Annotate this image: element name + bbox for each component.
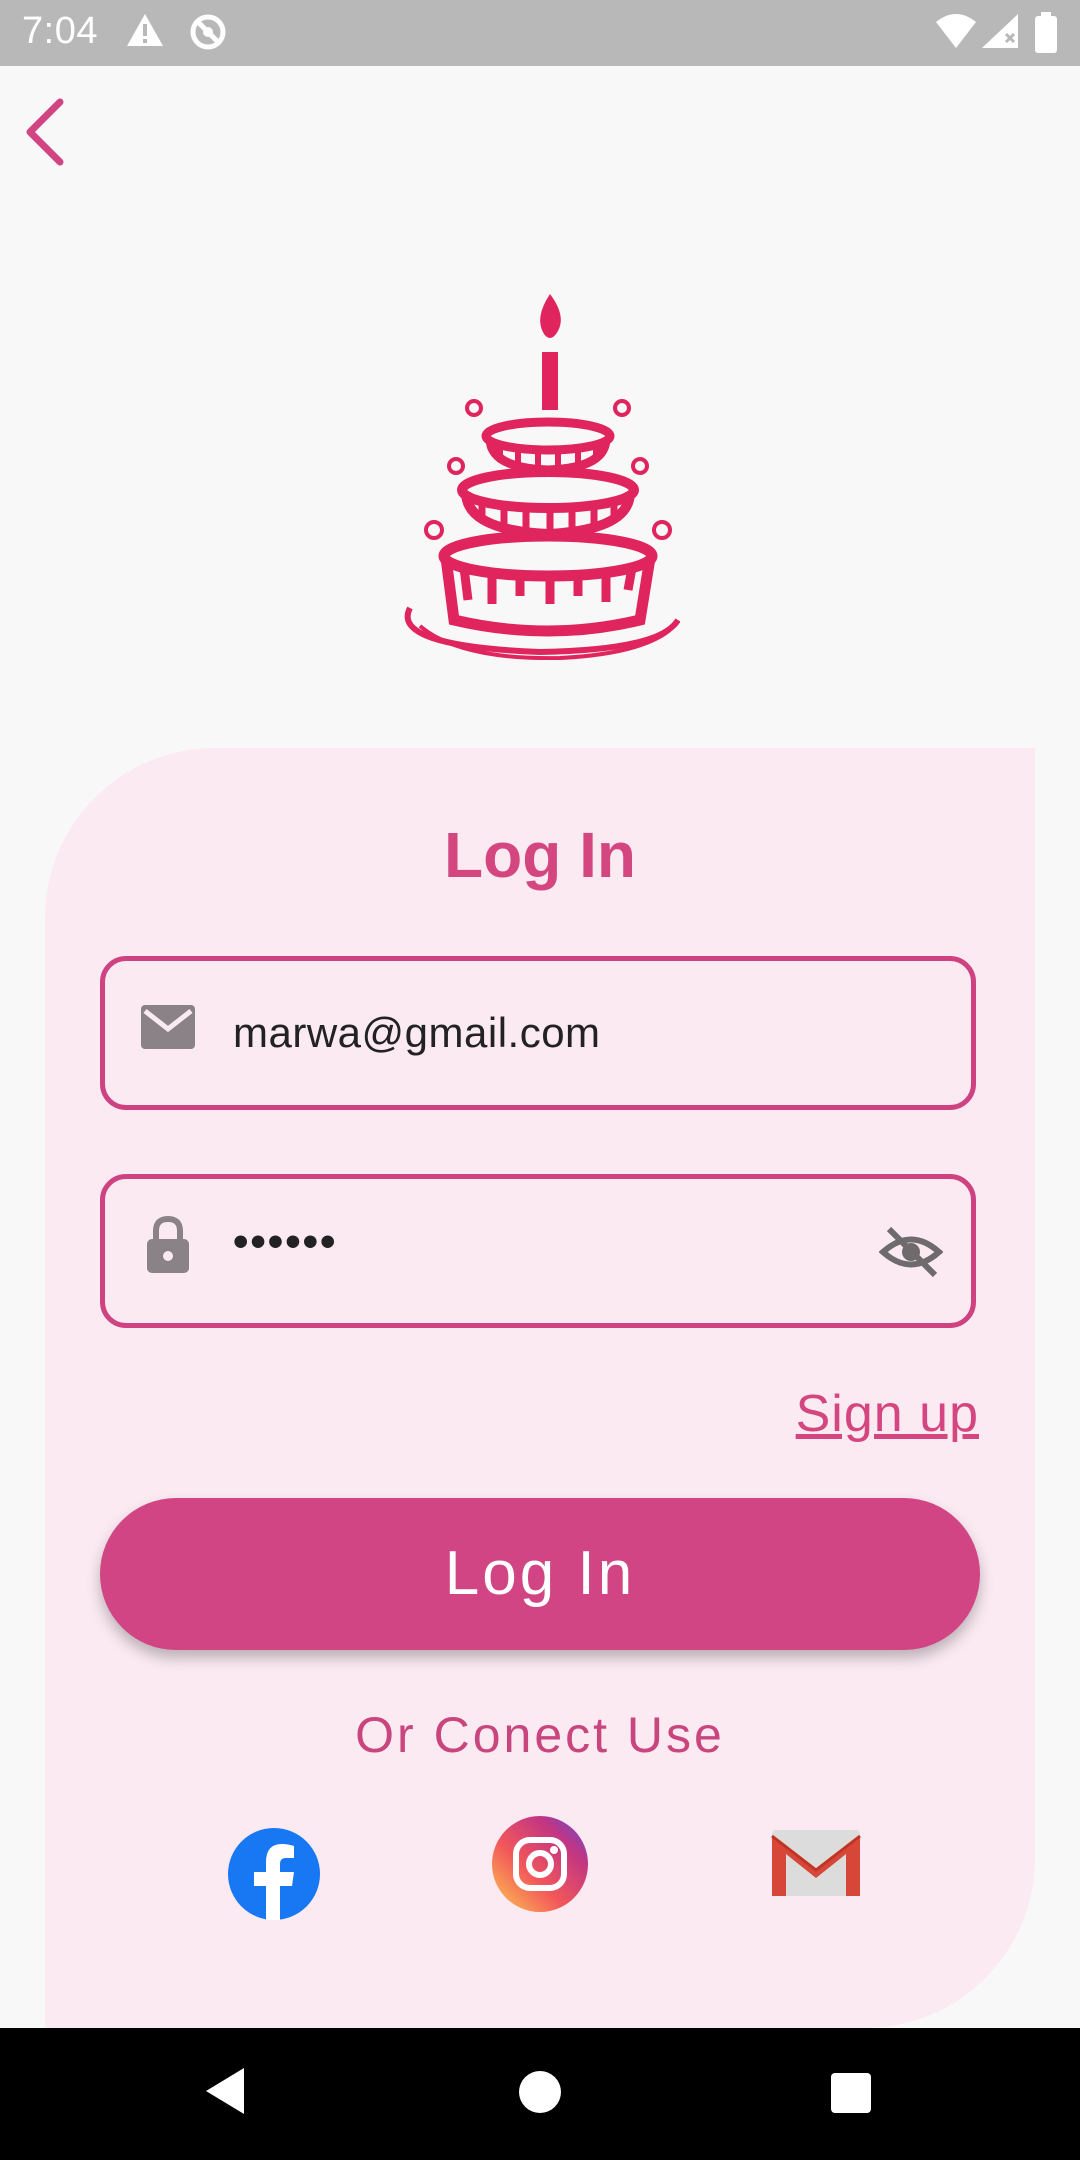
gmail-icon[interactable] bbox=[770, 1828, 862, 1903]
recents-icon[interactable] bbox=[830, 2072, 872, 2119]
email-value: marwa@gmail.com bbox=[233, 1009, 601, 1056]
home-icon[interactable] bbox=[518, 2070, 562, 2119]
sync-icon bbox=[188, 12, 228, 57]
facebook-icon[interactable] bbox=[228, 1828, 320, 1925]
instagram-icon[interactable] bbox=[492, 1816, 588, 1917]
signup-link[interactable]: Sign up bbox=[796, 1384, 979, 1444]
battery-icon bbox=[1034, 12, 1058, 59]
back-icon[interactable] bbox=[202, 2064, 248, 2123]
or-connect-text: Or Conect Use bbox=[355, 1707, 725, 1763]
password-field[interactable]: •••••• bbox=[100, 1174, 976, 1328]
signal-icon bbox=[980, 12, 1020, 55]
back-button[interactable] bbox=[16, 90, 86, 180]
mail-icon bbox=[139, 1003, 197, 1056]
wifi-icon bbox=[934, 12, 978, 55]
navigation-bar bbox=[0, 2028, 1080, 2160]
login-button[interactable]: Log In bbox=[100, 1498, 980, 1650]
cake-logo bbox=[400, 290, 681, 661]
login-title: Log In bbox=[444, 819, 636, 891]
birthday-cake-icon bbox=[404, 294, 681, 661]
status-bar: 7:04 bbox=[0, 0, 1080, 66]
lock-icon bbox=[145, 1215, 191, 1280]
email-field[interactable]: marwa@gmail.com bbox=[100, 956, 976, 1110]
chevron-left-icon bbox=[26, 98, 64, 166]
status-time: 7:04 bbox=[22, 10, 98, 52]
eye-off-icon[interactable] bbox=[878, 1225, 944, 1284]
password-value: •••••• bbox=[233, 1217, 338, 1266]
warning-icon bbox=[126, 12, 164, 53]
